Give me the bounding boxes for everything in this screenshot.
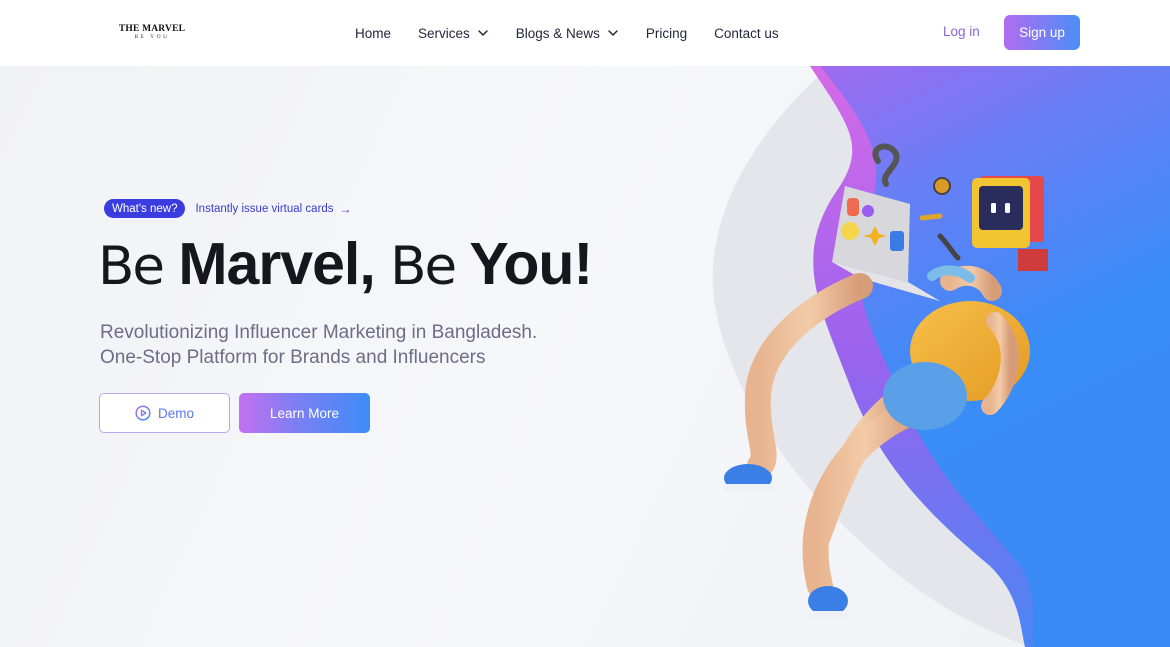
nav-blogs-news-label: Blogs & News — [515, 25, 600, 41]
logo-main-text: THE MARVEL — [118, 24, 186, 34]
top-navigation-bar: THE MARVEL BE YOU Home Services Blogs & … — [0, 0, 1170, 66]
demo-button[interactable]: Demo — [99, 393, 230, 433]
brand-logo[interactable]: THE MARVEL BE YOU — [117, 24, 187, 41]
hero-title-be-2: Be — [390, 236, 457, 297]
hero-subtitle-line-1: Revolutionizing Influencer Marketing in … — [100, 322, 538, 343]
hero-subtitle-line-2: One-Stop Platform for Brands and Influen… — [100, 347, 486, 368]
chevron-down-icon — [478, 30, 488, 36]
hero-subtitle: Revolutionizing Influencer Marketing in … — [100, 320, 620, 370]
arrow-right-icon: → — [339, 201, 352, 216]
nav-services[interactable]: Services — [418, 26, 489, 41]
landing-page: THE MARVEL BE YOU Home Services Blogs & … — [0, 0, 1170, 647]
hero-title-marvel: Marvel, — [178, 231, 375, 297]
announcement-link[interactable]: Instantly issue virtual cards → — [195, 202, 351, 216]
nav-home[interactable]: Home — [355, 26, 391, 41]
hero-title-you: You! — [469, 231, 593, 297]
announcement-link-text: Instantly issue virtual cards — [195, 202, 334, 215]
whats-new-badge: What's new? — [104, 199, 186, 218]
nav-contact[interactable]: Contact us — [714, 26, 779, 41]
main-nav: Home Services Blogs & News Pricing Conta… — [355, 23, 779, 43]
signup-button[interactable]: Sign up — [1004, 15, 1080, 50]
nav-pricing[interactable]: Pricing — [646, 26, 687, 41]
play-circle-icon — [135, 405, 151, 421]
hero-illustration — [712, 66, 1170, 647]
chevron-down-icon — [608, 30, 618, 36]
hero-title-be: Be — [98, 236, 165, 297]
nav-contact-label: Contact us — [714, 25, 779, 41]
announcement-bar: What's new? Instantly issue virtual card… — [104, 199, 352, 218]
logo-sub-text: BE YOU — [134, 34, 170, 40]
login-link[interactable]: Log in — [943, 24, 980, 39]
nav-pricing-label: Pricing — [645, 25, 688, 41]
learn-more-button[interactable]: Learn More — [239, 393, 370, 433]
hero-title: Be Marvel, Be You! — [98, 228, 593, 303]
nav-blogs-news[interactable]: Blogs & News — [516, 26, 619, 41]
nav-services-label: Services — [418, 25, 470, 41]
demo-button-label: Demo — [157, 405, 194, 421]
nav-home-label: Home — [355, 25, 392, 41]
